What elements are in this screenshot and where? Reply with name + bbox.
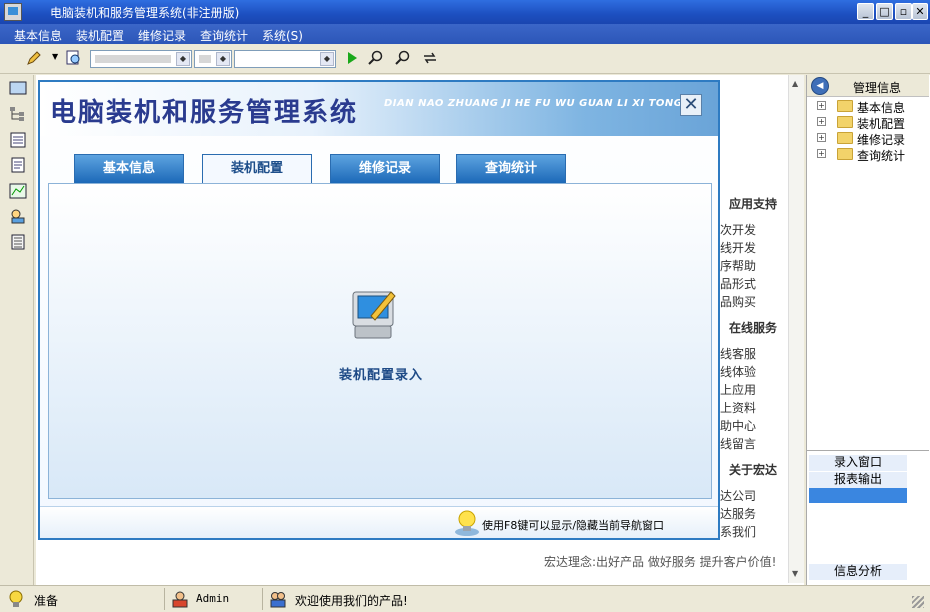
status-bar: 准备 Admin 欢迎使用我们的产品! [0,585,930,612]
preview-icon[interactable] [66,50,82,66]
users-icon [270,592,286,608]
side-link[interactable]: 品形式 [720,275,756,292]
tab-stats[interactable]: 查询统计 [456,154,566,184]
nav-panel: ◀ 管理信息 + 基本信息 + 装机配置 + 维修记录 + 查询统计 录入窗口 … [806,75,930,585]
menu-bar: 基本信息 装机配置 维修记录 查询统计 系统(S) [0,24,930,44]
side-link[interactable]: 品购买 [720,293,756,310]
status-welcome: 欢迎使用我们的产品! [295,594,408,608]
tab-basic-info[interactable]: 基本信息 [74,154,184,184]
play-icon[interactable] [344,50,360,66]
expand-icon[interactable]: + [817,117,826,126]
folder-icon [837,132,853,144]
side-link[interactable]: 上应用 [720,381,756,398]
menu-basic-info[interactable]: 基本信息 [14,27,62,44]
chart-icon[interactable] [9,183,27,199]
font-combo[interactable]: ◆ [90,50,192,68]
dialog-close-button[interactable]: ✕ [680,94,702,116]
style-combo[interactable]: ◆ [234,50,336,68]
tab-config[interactable]: 装机配置 [202,154,312,185]
expand-icon[interactable]: + [817,101,826,110]
window-title: 电脑装机和服务管理系统(非注册版) [50,6,240,20]
side-link[interactable]: 次开发 [720,221,756,238]
toolbar: ▼ ◆ ◆ ◆ [0,44,930,74]
search-users-icon[interactable] [9,208,27,224]
report-output-button[interactable]: 报表输出 [809,472,907,488]
ready-bulb-icon [9,590,23,607]
section-heading: 应用支持 [729,197,778,211]
close-button[interactable]: ✕ [912,3,928,20]
folder-icon [837,148,853,160]
resize-grip-icon[interactable] [912,596,924,608]
pencil-icon[interactable] [26,50,42,66]
list-icon[interactable] [9,132,27,148]
user-icon [172,591,188,608]
dialog-title: 电脑装机和服务管理系统 [50,98,359,128]
main-scrollbar[interactable]: ▲ ▼ [788,75,804,583]
side-link[interactable]: 序帮助 [720,257,756,274]
side-link[interactable]: 线开发 [720,239,756,256]
section-heading: 在线服务 [729,321,778,335]
folder-icon [837,100,853,112]
status-ready: 准备 [34,594,59,608]
side-link[interactable]: 线体验 [720,363,756,380]
nav-panel-header: ◀ 管理信息 [807,75,929,97]
zoom-out-icon[interactable] [395,50,411,66]
side-link[interactable]: 线客服 [720,345,756,362]
dialog-subtitle: DIAN NAO ZHUANG JI HE FU WU GUAN LI XI T… [384,98,683,109]
status-user: Admin [196,592,230,605]
maximize-button[interactable]: □ [876,3,893,20]
menu-stats[interactable]: 查询统计 [200,27,248,44]
slogan: 宏达理念:出好产品 做好服务 提升客户价值! [544,555,777,569]
collapse-icon[interactable]: ◀ [811,77,829,95]
title-bar: 电脑装机和服务管理系统(非注册版) _ □ ▫ ✕ [0,0,930,24]
selected-item-bar[interactable] [809,488,907,503]
side-link[interactable]: 达服务 [720,505,756,522]
status-separator [164,588,165,610]
divider [807,450,929,451]
restore-button[interactable]: ▫ [895,3,912,20]
status-separator [262,588,263,610]
minimize-button[interactable]: _ [857,3,874,20]
monitor-icon[interactable] [9,81,27,97]
side-link[interactable]: 系我们 [720,523,756,540]
dialog-header: 电脑装机和服务管理系统 DIAN NAO ZHUANG JI HE FU WU … [40,82,718,136]
notes-icon[interactable] [9,234,27,250]
size-combo[interactable]: ◆ [194,50,232,68]
dialog-footer: 使用F8键可以显示/隐藏当前导航窗口 [40,506,718,538]
scroll-up-icon[interactable]: ▲ [792,79,798,88]
menu-system[interactable]: 系统(S) [262,27,303,44]
folder-icon [837,116,853,128]
nav-panel-title: 管理信息 [853,81,902,95]
app-icon[interactable] [4,3,22,21]
scroll-down-icon[interactable]: ▼ [792,569,798,578]
side-link[interactable]: 达公司 [720,487,756,504]
entry-window-button[interactable]: 录入窗口 [809,455,907,471]
document-icon[interactable] [9,157,27,173]
zoom-in-icon[interactable] [368,50,384,66]
tree-icon[interactable] [9,106,27,122]
lightbulb-icon [455,510,479,536]
side-link[interactable]: 上资料 [720,399,756,416]
menu-repair[interactable]: 维修记录 [138,27,186,44]
left-toolbar [0,75,34,585]
computer-edit-icon[interactable] [347,286,399,342]
refresh-icon[interactable] [422,50,438,66]
dropdown-arrow-icon[interactable]: ▼ [52,52,58,61]
config-dialog: 电脑装机和服务管理系统 DIAN NAO ZHUANG JI HE FU WU … [38,80,720,540]
tab-repair[interactable]: 维修记录 [330,154,440,184]
section-heading: 关于宏达 [729,463,778,477]
expand-icon[interactable]: + [817,149,826,158]
expand-icon[interactable]: + [817,133,826,142]
tab-panel: 装机配置录入 [48,183,712,499]
footer-hint: 使用F8键可以显示/隐藏当前导航窗口 [482,519,665,532]
side-link[interactable]: 助中心 [720,417,756,434]
info-analysis-button[interactable]: 信息分析 [809,564,907,580]
config-entry-label[interactable]: 装机配置录入 [49,364,713,383]
side-link[interactable]: 线留言 [720,435,756,452]
menu-config[interactable]: 装机配置 [76,27,124,44]
